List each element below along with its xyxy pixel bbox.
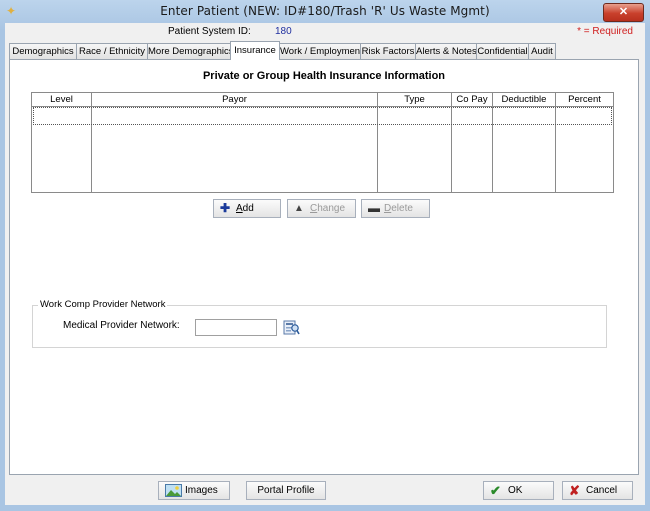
image-icon [165, 484, 182, 497]
tab-confidential[interactable]: Confidential [476, 43, 529, 59]
tab-more-demographics[interactable]: More Demographics [147, 43, 234, 59]
change-button-label: Change [310, 203, 346, 214]
lookup-icon[interactable] [283, 319, 300, 336]
grid-header: Level Payor Type Co Pay Deductible Perce… [32, 93, 613, 107]
required-note: * = Required [577, 26, 633, 37]
column-header-copay[interactable]: Co Pay [452, 93, 492, 106]
medical-provider-network-label: Medical Provider Network: [63, 320, 180, 331]
insurance-grid[interactable]: Level Payor Type Co Pay Deductible Perce… [31, 92, 614, 193]
cancel-button[interactable]: ✘ Cancel [562, 481, 633, 500]
tab-work-employment[interactable]: Work / Employment [279, 43, 363, 59]
tab-insurance[interactable]: Insurance [230, 41, 280, 60]
system-id-label: Patient System ID: [168, 26, 251, 37]
images-button[interactable]: Images [158, 481, 230, 500]
work-comp-group: Work Comp Provider Network Medical Provi… [32, 299, 607, 348]
tab-demographics[interactable]: Demographics [9, 43, 77, 59]
column-header-percent[interactable]: Percent [556, 93, 613, 106]
column-header-deductible[interactable]: Deductible [493, 93, 555, 106]
add-button[interactable]: ✚ Add [213, 199, 281, 218]
delete-button-label: Delete [384, 203, 413, 214]
delete-button[interactable]: ▬ Delete [361, 199, 430, 218]
tab-audit[interactable]: Audit [528, 43, 556, 59]
column-header-type[interactable]: Type [378, 93, 451, 106]
plus-icon: ✚ [220, 201, 231, 215]
enter-patient-window: ✦ Enter Patient (NEW: ID#180/Trash 'R' U… [0, 0, 650, 511]
medical-provider-network-input[interactable] [195, 319, 277, 336]
add-button-label: Add [236, 203, 254, 214]
ok-button[interactable]: ✔ OK [483, 481, 554, 500]
x-icon: ✘ [569, 483, 580, 498]
minus-icon: ▬ [368, 201, 380, 215]
title-bar[interactable]: ✦ Enter Patient (NEW: ID#180/Trash 'R' U… [0, 0, 650, 24]
checkmark-icon: ✔ [490, 483, 501, 498]
insurance-panel: Private or Group Health Insurance Inform… [9, 59, 639, 475]
window-title: Enter Patient (NEW: ID#180/Trash 'R' Us … [160, 4, 490, 18]
system-id-value: 180 [275, 26, 292, 37]
tab-race-ethnicity[interactable]: Race / Ethnicity [76, 43, 148, 59]
column-header-payor[interactable]: Payor [92, 93, 377, 106]
portal-profile-button[interactable]: Portal Profile [246, 481, 326, 500]
tab-alerts-notes[interactable]: Alerts & Notes [415, 43, 477, 59]
selected-empty-row[interactable] [33, 107, 612, 125]
tab-risk-factors[interactable]: Risk Factors [360, 43, 416, 59]
ok-button-label: OK [508, 485, 523, 496]
portal-profile-label: Portal Profile [257, 485, 315, 496]
work-comp-group-label: Work Comp Provider Network [38, 299, 168, 310]
column-header-level[interactable]: Level [32, 93, 91, 106]
cancel-button-label: Cancel [586, 485, 618, 496]
images-button-label: Images [185, 485, 218, 496]
dialog-content: Patient System ID: 180 * = Required Demo… [5, 23, 645, 505]
section-title: Private or Group Health Insurance Inform… [202, 70, 446, 82]
triangle-icon: ▲ [294, 203, 304, 214]
change-button[interactable]: ▲ Change [287, 199, 356, 218]
close-button[interactable]: ✕ [603, 3, 644, 22]
